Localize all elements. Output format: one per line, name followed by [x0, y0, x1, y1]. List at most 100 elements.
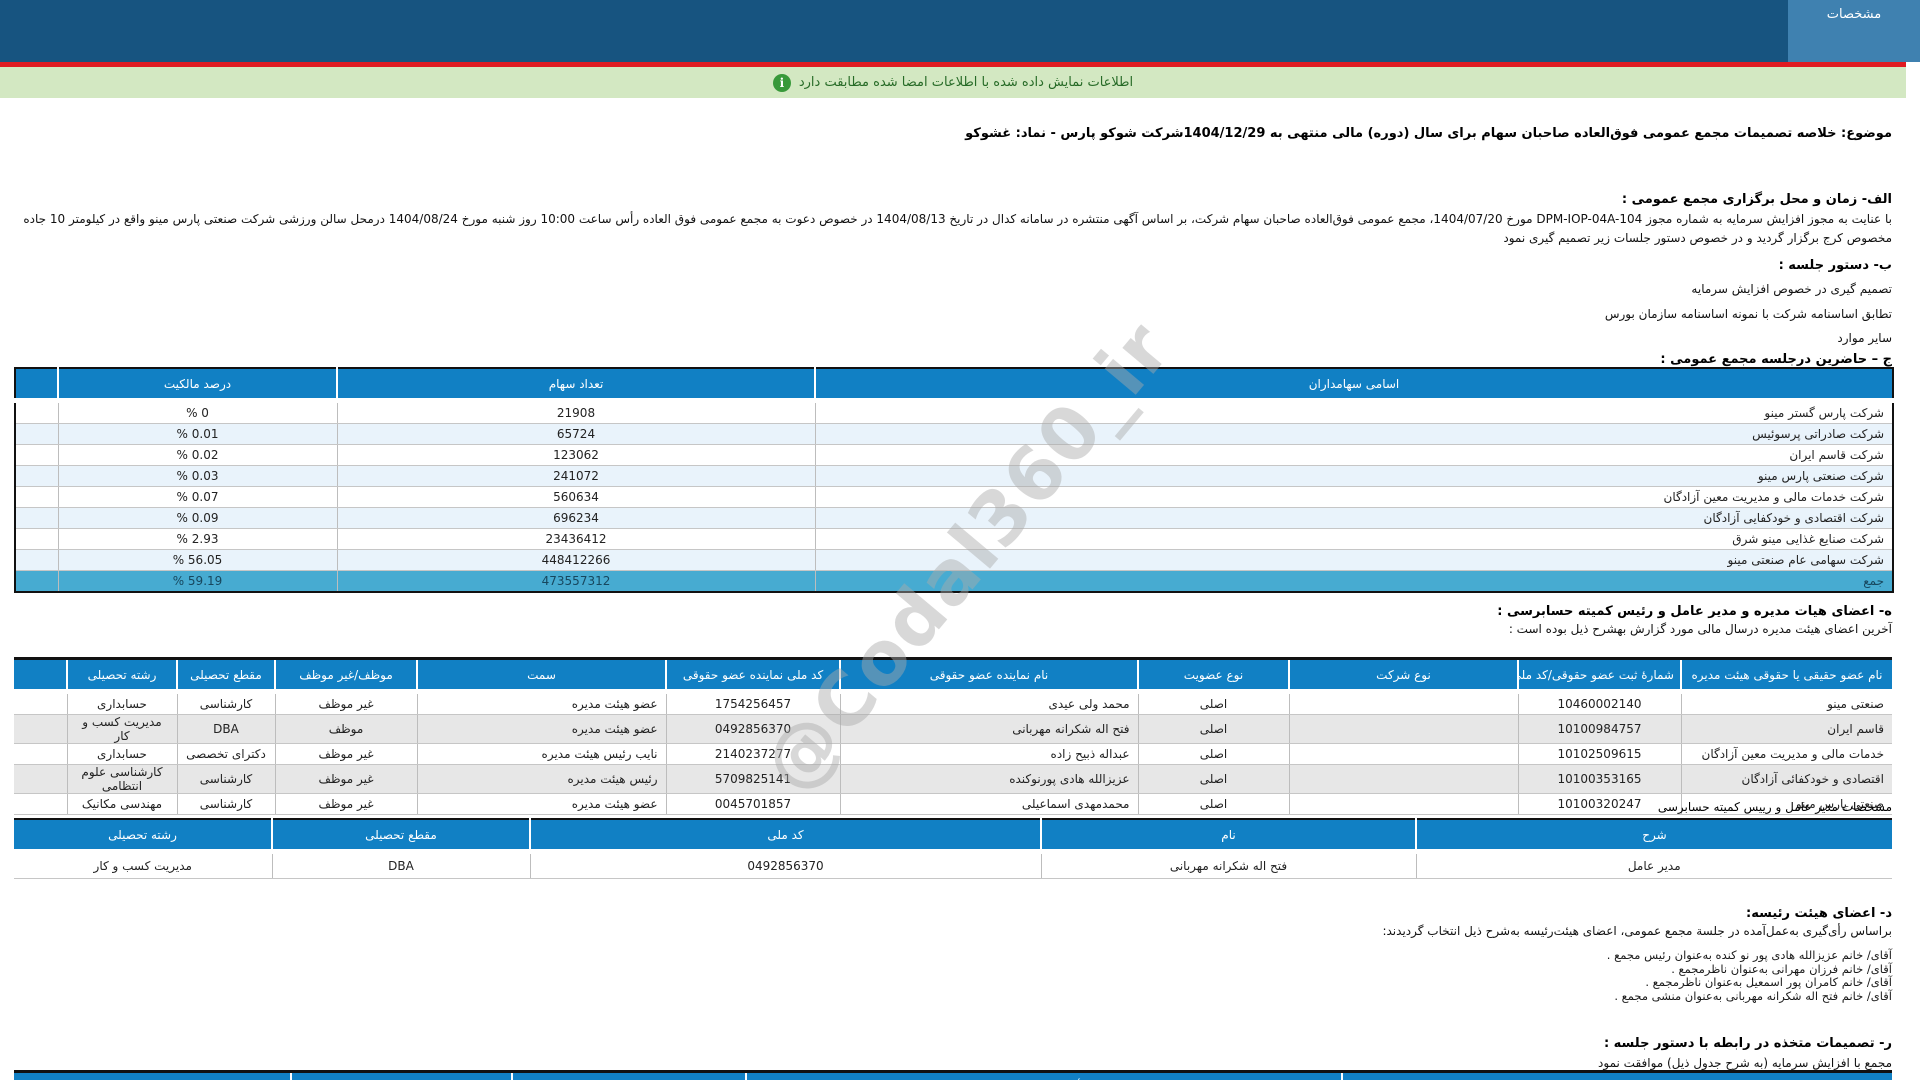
tab-specifications-label: مشخصات — [1826, 7, 1882, 22]
table-row: شرکت سهامی عام صنعتی مینو 448412266% 56.0… — [15, 549, 1893, 571]
table-total-row: جمع 473557312% 59.19 — [15, 570, 1893, 592]
duty: غیر موظف — [274, 743, 417, 765]
section-e-subtext: آخرین اعضای هیئت مدیره درسال مالی مورد گ… — [1508, 622, 1892, 636]
section-r-subtext: مجمع با افزایش سرمایه (به شرح جدول ذیل) … — [1598, 1056, 1892, 1070]
degree: DBA — [176, 714, 275, 744]
share-count: 241072 — [336, 465, 815, 487]
col-capital-1 — [1341, 1071, 1892, 1080]
field: حسابداری — [66, 743, 177, 765]
table-row: شرکت صنایع غذایی مینو شرق 23436412% 2.93 — [15, 528, 1893, 550]
share-count: 65724 — [336, 423, 815, 445]
table-row: شرکت پارس گستر مینو 21908% 0 — [15, 400, 1893, 424]
table-row: صنعتی مینو 10460002140 اصلی محمد ولی عیدی 17… — [14, 691, 1892, 715]
ceo-degree: DBA — [271, 851, 530, 879]
table-row: مدیر عامل فتح اله شکرانه مهربانی 0492856… — [14, 851, 1892, 879]
agenda-item: سایر موارد — [1837, 331, 1892, 345]
field: مدیریت کسب و کار — [66, 714, 177, 744]
section-r-heading: ر- تصمیمات متخذه در رابطه با دستور جلسه … — [1603, 1036, 1892, 1051]
member-name: قاسم ایران — [1680, 714, 1892, 744]
board-presidium-list: آقای/ خانم عزیزالله هادی پور نو کنده به‌… — [14, 948, 1892, 1003]
reg-number: 10100353165 — [1517, 764, 1681, 794]
ownership-pct: % 0 — [57, 400, 337, 424]
representative: عزیزالله هادی پورنوکنده — [839, 764, 1138, 794]
total-label: جمع — [814, 570, 1893, 592]
shareholders-attendance-table: اسامی سهامداران تعداد سهام درصد مالکیت ش… — [14, 367, 1894, 593]
col-shareholder-names: اسامی سهامداران — [814, 368, 1893, 403]
shareholder-name: شرکت اقتصادی و خودکفایی آزادگان — [814, 507, 1893, 529]
table-row: خدمات مالی و مدیریت معین آزادگان 10102509… — [14, 743, 1892, 765]
position: عضو هیئت مدیره — [416, 714, 666, 744]
ownership-pct: % 0.01 — [57, 423, 337, 445]
share-count: 696234 — [336, 507, 815, 529]
col-field: رشته تحصیلی — [66, 658, 177, 694]
ownership-pct: % 56.05 — [57, 549, 337, 571]
ownership-pct: % 0.09 — [57, 507, 337, 529]
shareholder-name: شرکت صنایع غذایی مینو شرق — [814, 528, 1893, 550]
col-position: سمت — [416, 658, 666, 694]
membership-type: اصلی — [1137, 764, 1289, 794]
subject-line: موضوع: خلاصه تصمیمات مجمع عمومی فوق‌العا… — [965, 126, 1892, 141]
signature-match-banner: اطلاعات نمایش داده شده با اطلاعات امضا ش… — [0, 67, 1906, 98]
table-row: شرکت خدمات مالی و مدیریت معین آزادگان 560… — [15, 486, 1893, 508]
col-blank — [15, 368, 58, 403]
shareholder-name: شرکت صادراتی پرسوئیس — [814, 423, 1893, 445]
signature-match-text: اطلاعات نمایش داده شده با اطلاعات امضا ش… — [798, 75, 1134, 90]
section-d-intro: براساس رأی‌گیری به‌عمل‌آمده در جلسة مجمع… — [1382, 924, 1892, 938]
ceo-name: فتح اله شکرانه مهربانی — [1040, 851, 1416, 879]
representative-id: 1754256457 — [665, 691, 840, 715]
col-company-type: نوع شرکت — [1288, 658, 1518, 694]
representative: فتح اله شکرانه مهربانی — [839, 714, 1138, 744]
col-description: شرح — [1415, 819, 1892, 854]
ceo-field: مدیریت کسب و کار — [14, 851, 272, 879]
membership-type: اصلی — [1137, 691, 1289, 715]
col-representative: نام نماینده عضو حقوقی — [839, 658, 1138, 694]
col-reg-number: شمارۀ ثبت عضو حقوقی/کد ملی — [1517, 658, 1681, 694]
table-row: اقتصادی و خودکفائی آزادگان 10100353165 اصل… — [14, 764, 1892, 794]
representative-id: 0492856370 — [665, 714, 840, 744]
codal-report-page: مشخصات اطلاعات نمایش داده شده با اطلاعات… — [0, 0, 1920, 1080]
tab-specifications[interactable]: مشخصات — [1788, 0, 1920, 62]
presidium-member: آقای/ خانم عزیزالله هادی پور نو کنده به‌… — [1606, 948, 1892, 962]
degree: کارشناسی — [176, 691, 275, 715]
col-blank — [14, 658, 67, 694]
col-national-id: کد ملی — [529, 819, 1041, 854]
col-share-count: تعداد سهام — [336, 368, 815, 403]
table-header-row: اسامی سهامداران تعداد سهام درصد مالکیت — [15, 368, 1893, 403]
table-row: شرکت قاسم ایران 123062% 0.02 — [15, 444, 1893, 466]
presidium-member: آقای/ خانم فتح اله شکرانه مهربانی به‌عنو… — [1614, 988, 1892, 1003]
position: رئیس هیئت مدیره — [416, 764, 666, 794]
ceo-national-id: 0492856370 — [529, 851, 1041, 879]
col-membership-type: نوع عضویت — [1137, 658, 1289, 694]
company-type — [1288, 743, 1518, 765]
representative: محمد ولی عیدی — [839, 691, 1138, 715]
shareholder-name: شرکت پارس گستر مینو — [814, 400, 1893, 424]
membership-type: اصلی — [1137, 714, 1289, 744]
table-row: شرکت اقتصادی و خودکفایی آزادگان 696234% 0… — [15, 507, 1893, 529]
agenda-item: تطابق اساسنامه شرکت با نمونه اساسنامه سا… — [1604, 307, 1892, 321]
reg-number: 10102509615 — [1517, 743, 1681, 765]
representative-id: 5709825141 — [665, 764, 840, 794]
ownership-pct: % 0.07 — [57, 486, 337, 508]
shareholder-name: شرکت قاسم ایران — [814, 444, 1893, 466]
company-type — [1288, 764, 1518, 794]
duty: موظف — [274, 714, 417, 744]
agenda-item: تصمیم گیری در خصوص افزایش سرمایه — [1691, 282, 1892, 296]
table-row: شرکت صنعتی پارس مینو 241072% 0.03 — [15, 465, 1893, 487]
field: کارشناسی علوم انتظامی — [66, 764, 177, 794]
capital-increase-table: محل تأمین افزایش سرمایه — [14, 1070, 1892, 1080]
section-d-heading: د- اعضای هیئت رئیسه: — [1746, 906, 1892, 921]
col-degree: مقطع تحصیلی — [271, 819, 530, 854]
ceo-table-caption: مشخصات مدیر عامل و رییس کمیته حسابرسی — [1657, 800, 1892, 814]
member-name: اقتصادی و خودکفائی آزادگان — [1680, 764, 1892, 794]
info-icon[interactable]: i — [772, 73, 791, 92]
shareholder-name: شرکت صنعتی پارس مینو — [814, 465, 1893, 487]
section-b-heading: ب- دستور جلسه : — [1778, 258, 1892, 273]
total-shares: 473557312 — [336, 570, 815, 592]
col-name: نام — [1040, 819, 1416, 854]
board-members-table: نام عضو حقیقی یا حقوقی هیئت مدیره شمارۀ … — [14, 657, 1892, 815]
section-a-heading: الف- زمان و محل برگزاری مجمع عمومی : — [1621, 192, 1892, 207]
reg-number: 10460002140 — [1517, 691, 1681, 715]
duty: غیر موظف — [274, 764, 417, 794]
col-capital-4 — [290, 1071, 512, 1080]
company-type — [1288, 714, 1518, 744]
